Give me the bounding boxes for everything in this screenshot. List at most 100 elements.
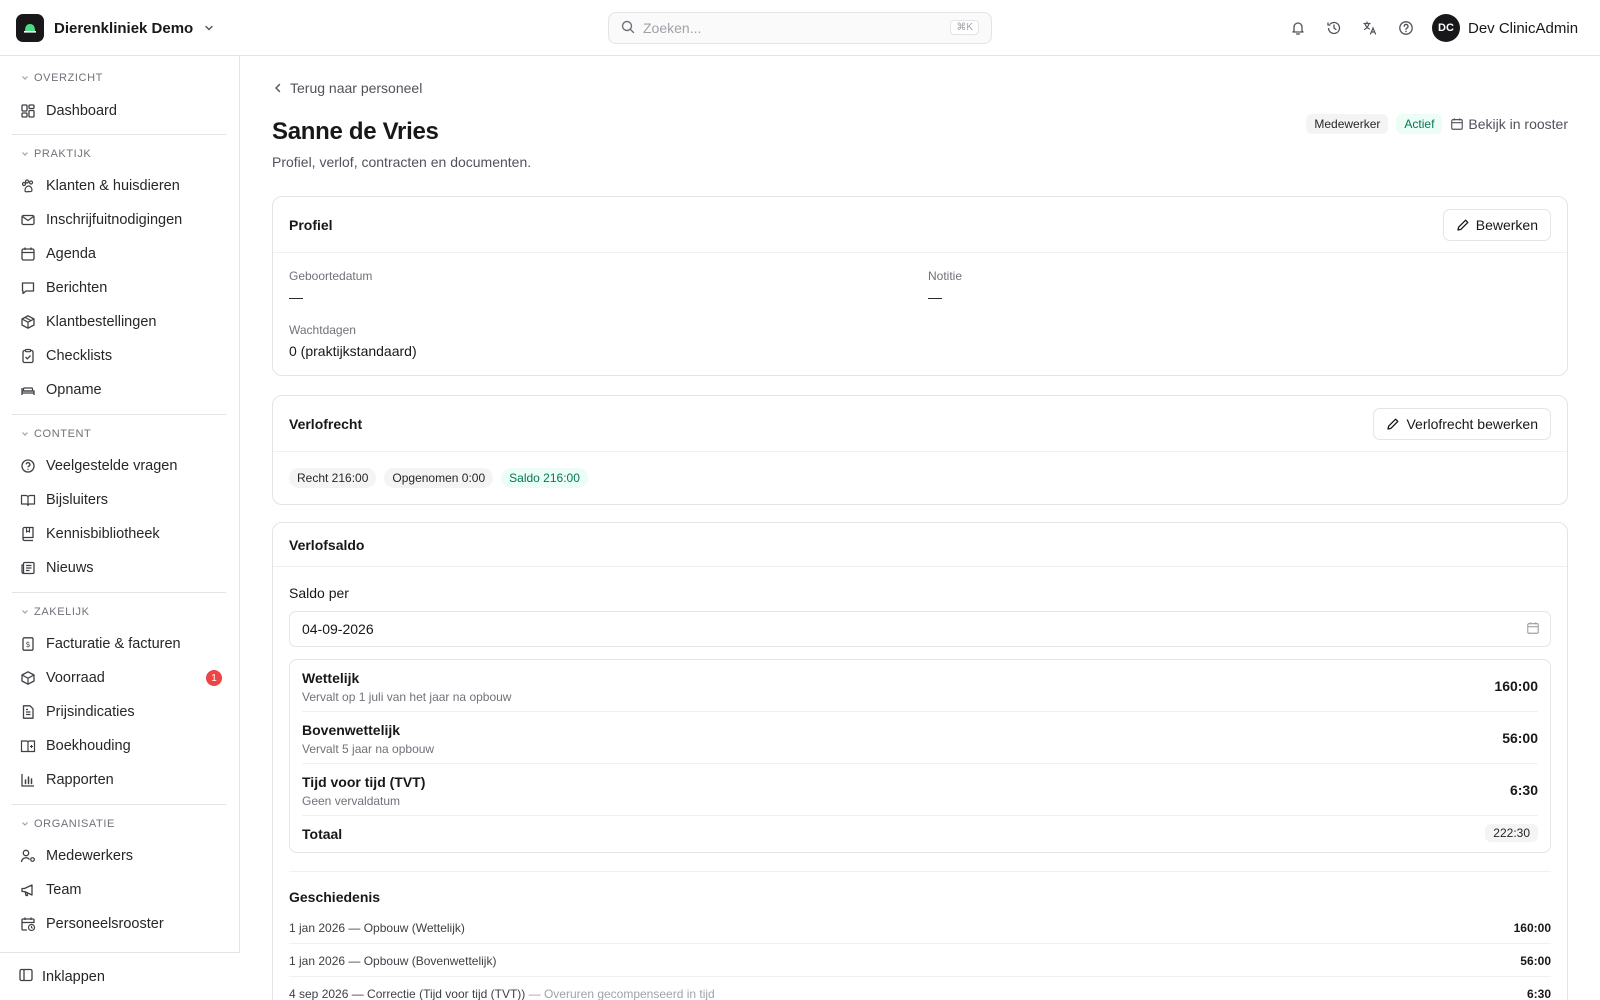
history-title: Geschiedenis — [289, 889, 381, 905]
bed-icon — [18, 380, 38, 400]
total-value: 222:30 — [1485, 824, 1538, 842]
sidebar-item-inschrijfuitnodigingen[interactable]: Inschrijfuitnodigingen — [12, 205, 230, 235]
panel-left-icon — [18, 967, 34, 986]
dashboard-icon — [18, 101, 38, 121]
sidebar-item-berichten[interactable]: Berichten — [12, 273, 230, 303]
waiting-days-label: Wachtdagen — [289, 323, 356, 337]
sidebar-item-team[interactable]: Team — [12, 875, 230, 905]
top-bar: Dierenkliniek Demo ⌘K DC Dev ClinicAdmin — [0, 0, 1600, 56]
balance-date-value: 04-09-2026 — [302, 621, 374, 637]
sidebar-item-dashboard[interactable]: Dashboard — [12, 96, 230, 126]
sidebar-item-medewerkers[interactable]: Medewerkers — [12, 841, 230, 871]
mail-plus-icon — [18, 210, 38, 230]
user-name: Dev ClinicAdmin — [1468, 19, 1579, 37]
balance-table: Wettelijk Vervalt op 1 juli van het jaar… — [289, 659, 1551, 853]
ledger-icon — [18, 736, 38, 756]
sidebar-item-klantbestellingen[interactable]: Klantbestellingen — [12, 307, 230, 337]
translate-icon[interactable] — [1358, 16, 1382, 40]
chevron-down-icon — [22, 76, 28, 80]
pencil-icon — [1387, 418, 1399, 430]
sidebar-item-boekhouding[interactable]: Boekhouding — [12, 731, 230, 761]
back-link[interactable]: Terug naar personeel — [272, 80, 422, 96]
note-value: — — [928, 289, 942, 305]
receipt-icon: $ — [18, 634, 38, 654]
chevron-down-icon — [22, 610, 28, 614]
avatar: DC — [1432, 14, 1460, 42]
sidebar-item-faq[interactable]: Veelgestelde vragen — [12, 451, 230, 481]
clinic-name: Dierenkliniek Demo — [54, 19, 194, 37]
section-praktijk[interactable]: PRAKTIJK — [20, 148, 91, 160]
table-row: Wettelijk Vervalt op 1 juli van het jaar… — [302, 660, 1538, 712]
page-subtitle: Profiel, verlof, contracten en documente… — [272, 154, 532, 170]
edit-profile-button[interactable]: Bewerken — [1442, 209, 1551, 241]
entitlement-card-title: Verlofrecht — [289, 415, 363, 432]
section-organisatie[interactable]: ORGANISATIE — [20, 818, 115, 830]
main-content: Terug naar personeel Sanne de Vries Prof… — [240, 56, 1600, 1000]
history-row: 4 sep 2026 — Correctie (Tijd voor tijd (… — [289, 977, 1551, 1000]
sidebar-item-checklists[interactable]: Checklists — [12, 341, 230, 371]
view-in-roster-link[interactable]: Bekijk in rooster — [1450, 116, 1568, 132]
total-row: Totaal 222:30 — [302, 816, 1538, 852]
clipboard-check-icon — [18, 346, 38, 366]
table-row: Bovenwettelijk Vervalt 5 jaar na opbouw … — [302, 712, 1538, 764]
pencil-icon — [1457, 219, 1469, 231]
bar-chart-icon — [18, 770, 38, 790]
chevron-down-icon — [22, 822, 28, 826]
user-menu[interactable]: DC Dev ClinicAdmin — [1432, 14, 1578, 42]
clinic-switcher[interactable]: Dierenkliniek Demo — [16, 14, 215, 42]
help-icon[interactable] — [1394, 16, 1418, 40]
balance-pill: Saldo 216:00 — [501, 468, 588, 488]
user-cog-icon — [18, 846, 38, 866]
table-row: Tijd voor tijd (TVT) Geen vervaldatum 6:… — [302, 764, 1538, 816]
search-shortcut: ⌘K — [950, 20, 979, 35]
svg-text:$: $ — [26, 640, 31, 649]
search-input[interactable] — [643, 20, 933, 36]
leave-balance-card: Verlofsaldo Saldo per 04-09-2026 Wetteli… — [272, 522, 1568, 1000]
calendar-clock-icon — [18, 914, 38, 934]
calendar-icon — [1451, 118, 1464, 130]
balance-date-label: Saldo per — [289, 585, 349, 601]
sidebar-item-klanten[interactable]: Klanten & huisdieren — [12, 171, 230, 201]
calendar-icon — [18, 244, 38, 264]
leave-balance-title: Verlofsaldo — [289, 536, 365, 553]
clinic-logo-icon — [16, 14, 44, 42]
taken-pill: Opgenomen 0:00 — [384, 468, 494, 488]
sidebar-item-kennisbibliotheek[interactable]: Kennisbibliotheek — [12, 519, 230, 549]
sidebar-item-nieuws[interactable]: Nieuws — [12, 553, 230, 583]
status-badge: Actief — [1396, 114, 1443, 134]
sidebar-item-rapporten[interactable]: Rapporten — [12, 765, 230, 795]
birth-date-label: Geboortedatum — [289, 269, 373, 283]
sidebar-item-personeelsrooster[interactable]: Personeelsrooster — [12, 909, 230, 939]
sidebar: OVERZICHT Dashboard PRAKTIJK Klanten & h… — [0, 56, 240, 1000]
calendar-icon — [1527, 622, 1539, 634]
sidebar-item-opname[interactable]: Opname — [12, 375, 230, 405]
role-badge: Medewerker — [1306, 114, 1389, 134]
book-icon — [18, 524, 38, 544]
sidebar-item-facturatie[interactable]: $ Facturatie & facturen — [12, 629, 230, 659]
sidebar-item-prijsindicaties[interactable]: Prijsindicaties — [12, 697, 230, 727]
collapse-sidebar-button[interactable]: Inklappen — [0, 952, 240, 1000]
history-icon[interactable] — [1322, 16, 1346, 40]
chevron-down-icon — [22, 152, 28, 156]
edit-entitlement-button[interactable]: Verlofrecht bewerken — [1373, 408, 1551, 440]
file-text-icon — [18, 702, 38, 722]
sidebar-item-bijsluiters[interactable]: Bijsluiters — [12, 485, 230, 515]
section-overzicht[interactable]: OVERZICHT — [20, 72, 103, 84]
package-icon — [18, 312, 38, 332]
entitlement-card: Verlofrecht Verlofrecht bewerken Recht 2… — [272, 395, 1568, 505]
note-label: Notitie — [928, 269, 963, 283]
book-open-icon — [18, 490, 38, 510]
bell-icon[interactable] — [1286, 16, 1310, 40]
sidebar-item-agenda[interactable]: Agenda — [12, 239, 230, 269]
section-content[interactable]: CONTENT — [20, 428, 91, 440]
history-row: 1 jan 2026 — Opbouw (Bovenwettelijk) 56:… — [289, 944, 1551, 977]
chevron-down-icon — [203, 22, 215, 34]
sidebar-item-voorraad[interactable]: Voorraad 1 — [12, 663, 230, 693]
balance-date-input[interactable]: 04-09-2026 — [289, 611, 1551, 647]
message-icon — [18, 278, 38, 298]
paw-icon — [18, 176, 38, 196]
section-zakelijk[interactable]: ZAKELIJK — [20, 606, 90, 618]
profile-card: Profiel Bewerken Geboortedatum — Notitie… — [272, 196, 1568, 376]
help-circle-icon — [18, 456, 38, 476]
global-search[interactable]: ⌘K — [608, 12, 992, 44]
